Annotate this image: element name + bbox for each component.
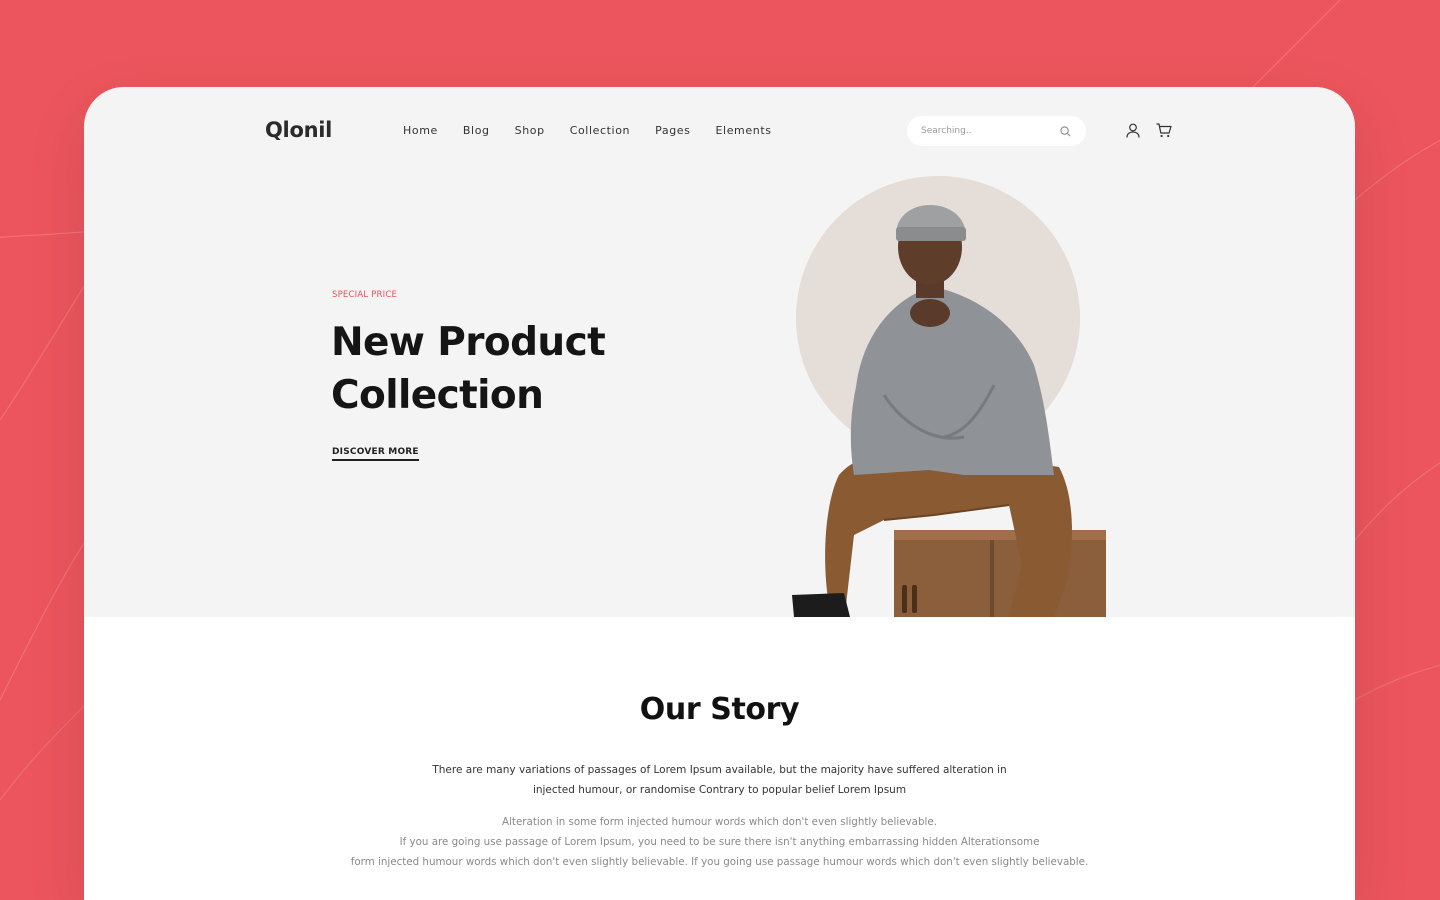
nav-item-pages[interactable]: Pages: [655, 124, 690, 137]
search-input[interactable]: [921, 126, 1049, 136]
story-body-line: If you are going use passage of Lorem Ip…: [399, 836, 1040, 848]
nav-item-blog[interactable]: Blog: [463, 124, 490, 137]
browser-frame: Qlonil Home Blog Shop Collection Pages E…: [84, 87, 1355, 900]
hero-title: New Product Collection: [331, 320, 606, 418]
nav-item-home[interactable]: Home: [403, 124, 438, 137]
hero-section: [84, 87, 1355, 617]
main-nav: Home Blog Shop Collection Pages Elements: [403, 124, 797, 137]
site-logo[interactable]: Qlonil: [265, 118, 332, 142]
nav-item-shop[interactable]: Shop: [515, 124, 545, 137]
user-icon[interactable]: [1126, 123, 1140, 138]
story-title: Our Story: [639, 692, 800, 727]
hero-eyebrow: SPECIAL PRICE: [332, 290, 398, 300]
story-body-line: Alteration in some form injected humour …: [502, 816, 937, 828]
discover-more-link[interactable]: DISCOVER MORE: [332, 447, 419, 461]
search-bar: [907, 116, 1086, 146]
nav-item-collection[interactable]: Collection: [570, 124, 630, 137]
story-body-line: form injected humour words which don't e…: [350, 856, 1089, 868]
cart-icon[interactable]: [1156, 123, 1172, 138]
nav-item-elements[interactable]: Elements: [715, 124, 771, 137]
story-lead: There are many variations of passages of…: [432, 764, 1007, 796]
story-body: Alteration in some form injected humour …: [319, 812, 1120, 872]
search-icon[interactable]: [1058, 124, 1072, 138]
hero-image: [792, 176, 1106, 617]
